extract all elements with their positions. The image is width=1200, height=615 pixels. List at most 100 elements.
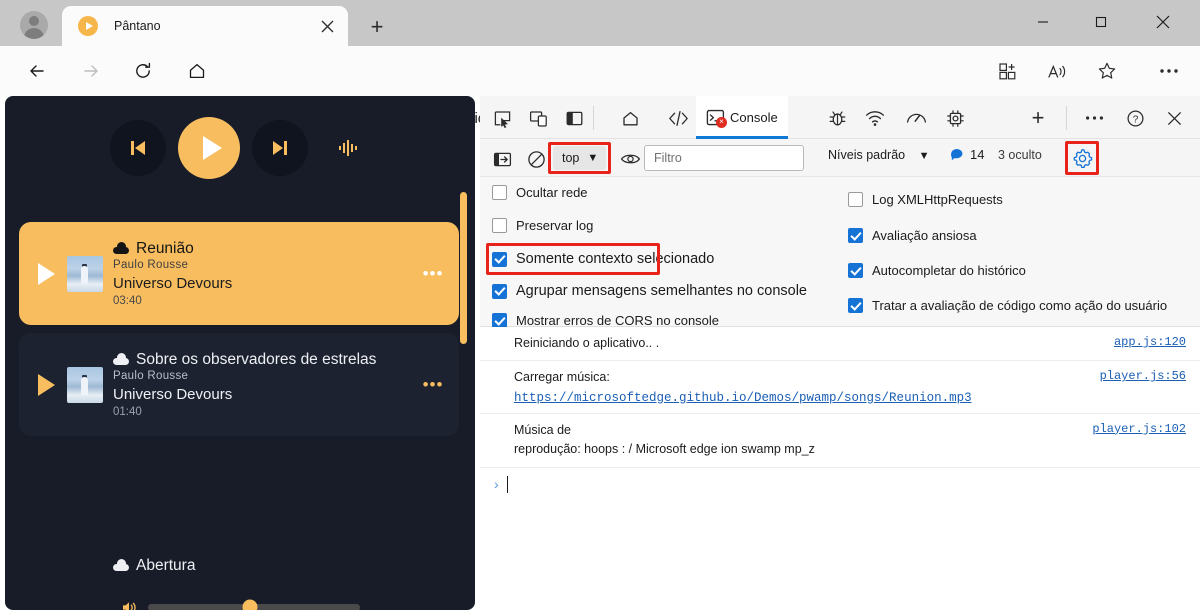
playlist: Reunião Paulo Rousse Universo Devours 03… xyxy=(19,222,459,554)
elements-icon[interactable] xyxy=(662,102,694,134)
issues-counter[interactable]: 14 xyxy=(950,147,984,162)
window-minimize-button[interactable] xyxy=(1020,0,1066,44)
play-icon[interactable] xyxy=(178,117,240,179)
checkbox[interactable] xyxy=(848,263,863,278)
gear-icon[interactable] xyxy=(1069,145,1095,171)
skip-previous-icon[interactable] xyxy=(110,120,166,176)
checkbox[interactable] xyxy=(492,218,507,233)
volume-slider-knob[interactable] xyxy=(242,600,257,611)
setting-agrupar-mensagens[interactable]: Agrupar mensagens semelhantes no console xyxy=(492,283,807,299)
setting-autocompletar-historico[interactable]: Autocompletar do histórico xyxy=(848,263,1026,278)
playlist-item-album: Universo Devours xyxy=(113,386,421,403)
console-log-row[interactable]: Carregar música: https://microsoftedge.g… xyxy=(480,361,1200,413)
forward-arrow-icon[interactable] xyxy=(74,54,108,88)
performance-icon[interactable] xyxy=(900,102,932,134)
log-message: Reiniciando o aplicativo.. . xyxy=(514,334,1186,353)
playlist-item[interactable]: Sobre os observadores de estrelas Paulo … xyxy=(19,333,459,436)
setting-log-xmlhttprequests[interactable]: Log XMLHttpRequests xyxy=(848,192,1003,207)
log-levels-label: Níveis padrão xyxy=(828,148,905,162)
log-message-url[interactable]: https://microsoftedge.github.io/Demos/pw… xyxy=(514,391,972,405)
setting-somente-contexto-selecionado[interactable]: Somente contexto selecionado xyxy=(492,251,714,267)
text-caret xyxy=(507,476,509,493)
add-tool-button[interactable]: + xyxy=(1022,102,1054,134)
checkbox[interactable] xyxy=(848,192,863,207)
console-toolbar: top ▼ Filtro Níveis padrão ▼ 14 3 oculto xyxy=(480,139,1200,177)
skip-next-icon[interactable] xyxy=(252,120,308,176)
checkbox[interactable] xyxy=(492,185,507,200)
reload-icon[interactable] xyxy=(126,54,160,88)
inspect-icon[interactable] xyxy=(486,102,518,134)
checkbox[interactable] xyxy=(492,284,507,299)
playlist-item[interactable]: Reunião Paulo Rousse Universo Devours 03… xyxy=(19,222,459,325)
debugger-icon[interactable] xyxy=(821,102,853,134)
setting-mostrar-erros-cors[interactable]: Mostrar erros de CORS no console xyxy=(492,313,719,328)
device-emulation-icon[interactable] xyxy=(522,102,554,134)
cloud-icon xyxy=(113,561,129,571)
window-maximize-button[interactable] xyxy=(1078,0,1124,44)
playlist-item-more-icon[interactable]: ••• xyxy=(421,375,445,395)
tab-title: Pântano xyxy=(114,19,314,33)
more-options-icon[interactable] xyxy=(1152,54,1186,88)
dock-side-icon[interactable] xyxy=(558,102,590,134)
network-icon[interactable] xyxy=(859,102,891,134)
navigation-bar: https://microsoftedge.github.io/Demos/pw… xyxy=(0,46,1200,96)
console-log: Reiniciando o aplicativo.. . app.js:120 … xyxy=(480,327,1200,615)
console-prompt[interactable]: › xyxy=(480,468,1200,501)
block-icon[interactable] xyxy=(524,147,548,171)
window-close-button[interactable] xyxy=(1140,0,1186,44)
read-aloud-icon[interactable] xyxy=(1040,54,1074,88)
checkbox[interactable] xyxy=(492,313,507,328)
clear-console-icon[interactable] xyxy=(490,147,514,171)
playlist-item-more-icon[interactable]: ••• xyxy=(421,264,445,284)
memory-icon[interactable] xyxy=(939,102,971,134)
checkbox[interactable] xyxy=(848,298,863,313)
setting-avaliacao-ansiosa[interactable]: Avaliação ansiosa xyxy=(848,228,977,243)
item-play-icon[interactable] xyxy=(31,263,61,285)
volume-icon[interactable] xyxy=(120,598,138,610)
devtools-more-icon[interactable] xyxy=(1078,102,1110,134)
equalizer-icon[interactable] xyxy=(326,126,370,170)
favorites-icon[interactable] xyxy=(1090,54,1124,88)
log-source-link[interactable]: player.js:102 xyxy=(1092,422,1186,436)
log-levels-dropdown[interactable]: Níveis padrão ▼ xyxy=(828,148,930,162)
help-icon[interactable]: ? xyxy=(1119,102,1151,134)
divider xyxy=(593,106,594,130)
checkbox[interactable] xyxy=(848,228,863,243)
cloud-icon xyxy=(113,355,129,365)
context-selector[interactable]: top ▼ xyxy=(553,146,606,170)
tab-console[interactable]: × Console xyxy=(696,96,788,139)
collections-icon[interactable] xyxy=(990,54,1024,88)
log-source-link[interactable]: app.js:120 xyxy=(1114,335,1186,349)
prompt-chevron-icon: › xyxy=(494,476,499,492)
devtools-close-icon[interactable] xyxy=(1158,102,1190,134)
close-icon[interactable] xyxy=(314,13,340,39)
filter-input[interactable]: Filtro xyxy=(644,145,804,171)
welcome-home-icon[interactable] xyxy=(614,102,646,134)
setting-preservar-log[interactable]: Preservar log xyxy=(492,218,593,233)
open-section-label: Abertura xyxy=(136,557,195,575)
play-circle-icon xyxy=(78,16,98,36)
eye-icon[interactable] xyxy=(618,147,642,171)
divider xyxy=(1066,106,1067,130)
volume-slider[interactable] xyxy=(148,604,360,611)
setting-ocultar-rede[interactable]: Ocultar rede xyxy=(492,185,588,200)
playlist-item-artist: Paulo Rousse xyxy=(113,370,421,382)
console-log-row[interactable]: Música de reprodução: hoops : / Microsof… xyxy=(480,414,1200,468)
playlist-item-artist: Paulo Rousse xyxy=(113,259,421,271)
setting-label: Ocultar rede xyxy=(516,185,588,200)
log-source-link[interactable]: player.js:56 xyxy=(1100,369,1186,383)
item-play-icon[interactable] xyxy=(31,374,61,396)
home-icon[interactable] xyxy=(180,54,214,88)
browser-window: Pântano + xyxy=(0,0,1200,615)
setting-tratar-avaliacao-codigo[interactable]: Tratar a avaliação de código como ação d… xyxy=(848,298,1167,313)
setting-label: Avaliação ansiosa xyxy=(872,228,977,243)
console-log-row[interactable]: Reiniciando o aplicativo.. . app.js:120 xyxy=(480,327,1200,361)
browser-tab[interactable]: Pântano xyxy=(62,6,348,46)
playlist-scrollbar[interactable] xyxy=(460,192,467,344)
new-tab-button[interactable]: + xyxy=(360,12,394,42)
back-arrow-icon[interactable] xyxy=(20,54,54,88)
playlist-item-duration: 03:40 xyxy=(113,295,421,307)
profile-button[interactable] xyxy=(6,4,62,46)
checkbox[interactable] xyxy=(492,252,507,267)
context-selector-value: top xyxy=(562,151,579,165)
